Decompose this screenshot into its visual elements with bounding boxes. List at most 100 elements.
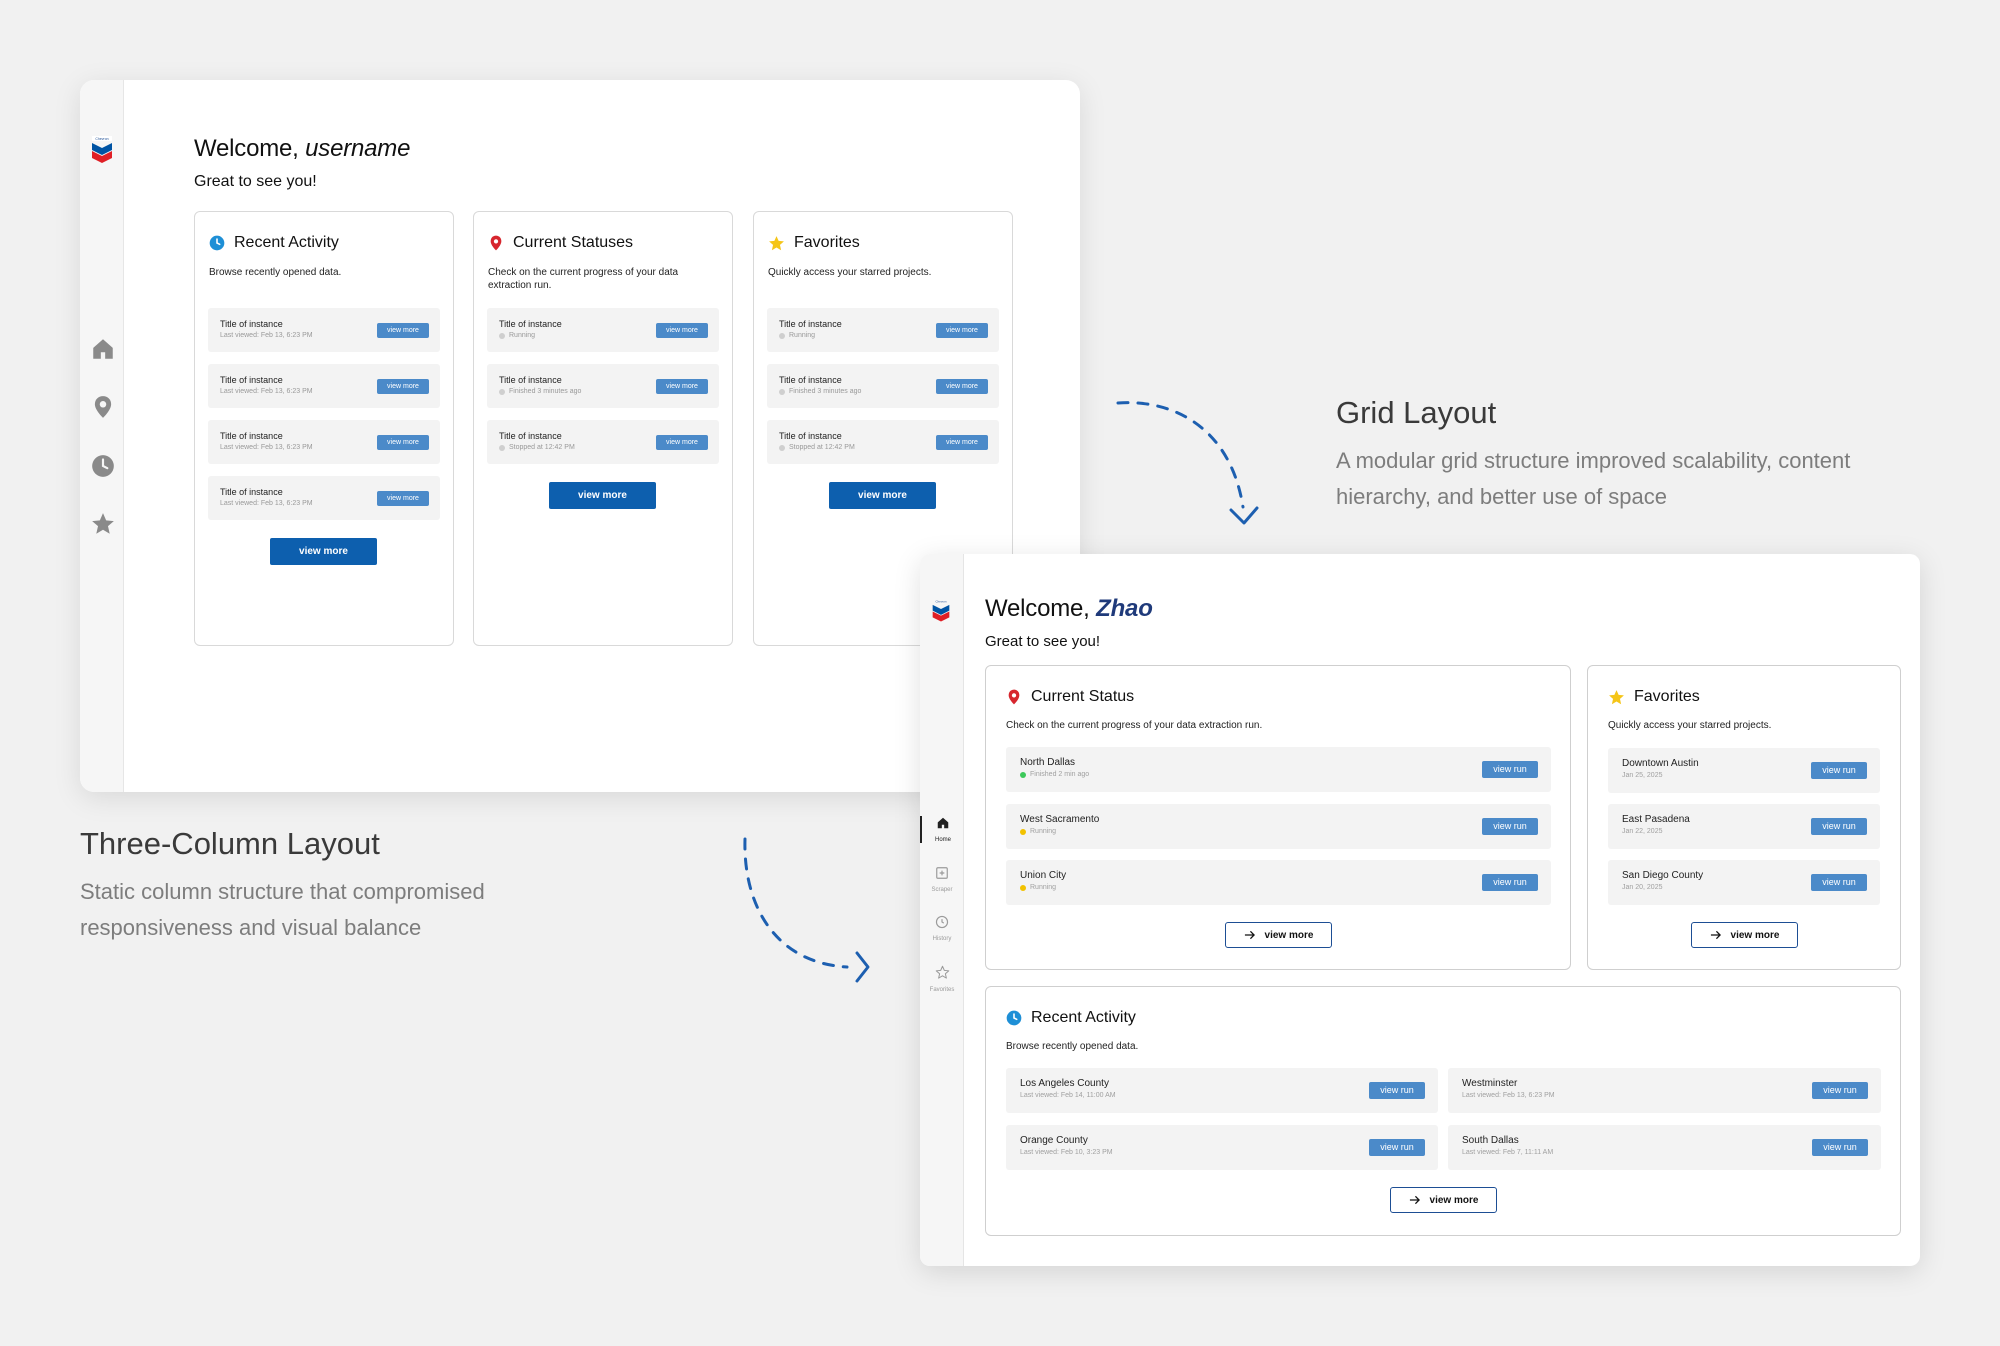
view-run-button[interactable]: view run [1811,762,1867,779]
item-title: Title of instance [779,431,842,441]
card-view-more-button[interactable]: view more [829,482,936,509]
view-more-button[interactable]: view more [656,323,708,338]
card-title: Current Status [1031,688,1135,705]
status-text: Finished 3 minutes ago [509,388,582,395]
list-item[interactable]: Title of instance Stopped at 12:42 PM vi… [767,420,999,464]
view-run-button[interactable]: view run [1812,1139,1868,1156]
list-item[interactable]: Title of instance Last viewed: Feb 13, 6… [208,308,440,352]
list-item[interactable]: South Dallas Last viewed: Feb 7, 11:11 A… [1448,1125,1881,1170]
list-item[interactable]: Title of instance Last viewed: Feb 13, 6… [208,476,440,520]
view-run-button[interactable]: view run [1482,761,1538,778]
item-title: East Pasadena [1622,814,1690,825]
card-view-more-button[interactable]: view more [1691,922,1798,948]
list-item[interactable]: San Diego County Jan 20, 2025 view run [1608,860,1880,905]
username: username [305,135,411,162]
view-more-button[interactable]: view more [656,379,708,394]
list-item[interactable]: Title of instance Running view more [487,308,719,352]
card-title: Favorites [794,234,860,251]
nav-label: Favorites [929,987,955,993]
view-run-button[interactable]: view run [1482,874,1538,891]
list-item[interactable]: Orange County Last viewed: Feb 10, 3:23 … [1006,1125,1438,1170]
clock-icon[interactable] [90,453,116,479]
username: Zhao [1096,595,1153,622]
item-title: North Dallas [1020,757,1076,768]
status-text: Finished 3 minutes ago [789,388,862,395]
dashed-arrow-icon [1116,401,1259,525]
view-more-button[interactable]: view more [936,323,988,338]
item-status: Running [1020,884,1056,891]
list-item[interactable]: West Sacramento Running view run [1006,804,1551,849]
nav-item-home[interactable]: Home [920,816,964,843]
item-title: Orange County [1020,1135,1088,1146]
status-dot [779,444,785,451]
star-icon[interactable] [90,511,116,537]
item-date: Jan 25, 2025 [1622,772,1663,779]
list-item[interactable]: Title of instance Stopped at 12:42 PM vi… [487,420,719,464]
list-item[interactable]: Title of instance Last viewed: Feb 13, 6… [208,420,440,464]
status-dot [499,388,505,395]
status-dot [779,332,785,339]
card-title: Recent Activity [1031,1009,1136,1026]
list-item[interactable]: Title of instance Finished 3 minutes ago… [767,364,999,408]
sidebar: Chevron [80,80,124,792]
list-item[interactable]: North Dallas Finished 2 min ago view run [1006,747,1551,792]
card-description: Browse recently opened data. [209,267,342,278]
card-title: Current Statuses [513,234,634,251]
view-more-button[interactable]: view more [377,491,429,506]
list-item[interactable]: Title of instance Finished 3 minutes ago… [487,364,719,408]
item-status: Finished 3 minutes ago [499,388,581,395]
view-more-label: view more [1429,1194,1479,1206]
clock-icon [1006,1010,1022,1026]
view-run-button[interactable]: view run [1369,1139,1425,1156]
nav-item-history[interactable]: History [920,915,964,942]
view-run-button[interactable]: view run [1812,1082,1868,1099]
list-item[interactable]: East Pasadena Jan 22, 2025 view run [1608,804,1880,849]
chevron-logo-icon: Chevron [92,136,112,163]
view-run-button[interactable]: view run [1811,874,1867,891]
item-last-viewed: Last viewed: Feb 14, 11:00 AM [1020,1092,1116,1099]
item-title: Title of instance [779,375,842,385]
home-icon[interactable] [90,336,116,362]
view-run-button[interactable]: view run [1482,818,1538,835]
list-item[interactable]: Los Angeles County Last viewed: Feb 14, … [1006,1068,1438,1113]
card-view-more-button[interactable]: view more [549,482,656,509]
item-status: Running [499,332,535,339]
list-item[interactable]: Union City Running view run [1006,860,1551,905]
card-view-more-button[interactable]: view more [270,538,377,565]
view-run-button[interactable]: view run [1369,1082,1425,1099]
card-description: Check on the current progress of your da… [488,267,679,291]
view-more-button[interactable]: view more [656,435,708,450]
sidebar: Chevron Home Scraper History Favorites [920,554,964,1266]
card-view-more-button[interactable]: view more [1390,1187,1497,1213]
list-item[interactable]: Title of instance Last viewed: Feb 13, 6… [208,364,440,408]
list-item[interactable]: Title of instance Running view more [767,308,999,352]
list-item[interactable]: Westminster Last viewed: Feb 13, 6:23 PM… [1448,1068,1881,1113]
item-status: Finished 2 min ago [1020,771,1089,778]
recent-activity-card: Recent Activity Browse recently opened d… [985,986,1901,1236]
list-item[interactable]: Downtown Austin Jan 25, 2025 view run [1608,748,1880,793]
item-subtitle: Last viewed: Feb 13, 6:23 PM [220,332,313,339]
view-more-button[interactable]: view more [377,435,429,450]
grid-layout-title: Grid Layout [1336,395,1497,430]
view-run-button[interactable]: view run [1811,818,1867,835]
view-more-button[interactable]: view more [377,379,429,394]
view-more-label: view more [1264,929,1314,941]
item-title: Title of instance [499,431,562,441]
view-more-button[interactable]: view more [936,379,988,394]
status-dot [1020,828,1026,835]
chevron-logo-icon: Chevron [932,599,950,622]
grid-desc-line: A modular grid structure improved scalab… [1336,448,1851,473]
card-view-more-button[interactable]: view more [1225,922,1332,948]
page-subtitle: Great to see you! [194,173,317,190]
view-more-button[interactable]: view more [936,435,988,450]
grid-layout-screen: Chevron Home Scraper History Favorites W… [920,554,1920,1266]
nav-item-scraper[interactable]: Scraper [920,866,964,893]
dashed-arrow-icon [743,837,870,983]
item-subtitle: Last viewed: Feb 13, 6:23 PM [220,500,313,507]
map-pin-icon[interactable] [90,394,116,420]
view-more-button[interactable]: view more [377,323,429,338]
item-subtitle: Last viewed: Feb 13, 6:23 PM [220,388,313,395]
nav-item-favorites[interactable]: Favorites [920,965,964,993]
clock-icon [209,235,225,251]
item-title: Title of instance [220,375,283,385]
